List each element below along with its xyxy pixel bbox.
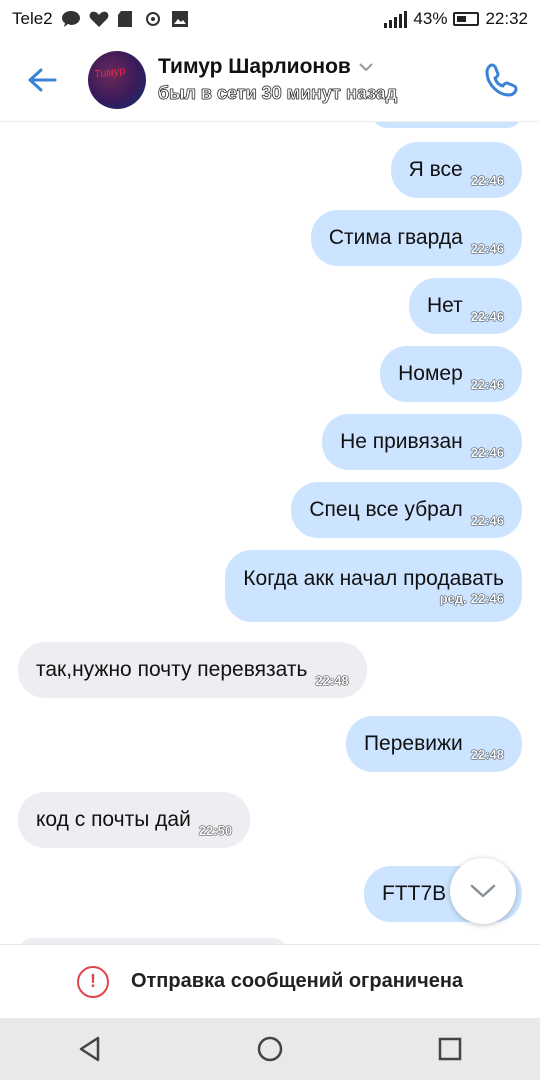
message-text: Стима гварда (328, 226, 463, 249)
message-time: 22:46 (470, 309, 504, 324)
chevron-down-icon (470, 884, 496, 898)
message-text: Когда акк начал продавать (243, 566, 504, 590)
message-text: Я все (408, 158, 463, 181)
message-time: 22:50 (198, 823, 233, 838)
nav-home-button[interactable] (240, 1019, 300, 1079)
message-bubble[interactable]: Нет 22:46 (408, 278, 522, 334)
message-time: 22:46 (470, 241, 504, 256)
message-text: FTT7B (382, 882, 447, 905)
message-text: Номер (398, 362, 463, 385)
message-bubble[interactable]: Стима гварда 22:46 (310, 210, 522, 266)
contact-name: Тимур Шарлионов (158, 55, 351, 78)
chat-list[interactable]: Я все 22:46 Стима гварда 22:46 Нет 22:46… (0, 122, 540, 944)
message-bubble[interactable]: Спец все убрал 22:46 (291, 482, 522, 538)
edited-label: ред. (439, 590, 467, 606)
message-text: Перевижи (363, 732, 463, 755)
message-time: 22:46 (470, 590, 504, 606)
back-button[interactable] (0, 38, 84, 122)
battery-icon (453, 12, 480, 26)
message-bubble[interactable]: Не привязан 22:46 (322, 414, 522, 470)
status-bar: Tele2 43% 22:32 (0, 0, 540, 38)
sync-icon (145, 12, 160, 26)
message-time: 22:48 (315, 673, 349, 688)
message-text: Нет (426, 294, 463, 317)
warning-icon: ! (76, 965, 109, 998)
image-icon (171, 11, 188, 27)
message-text: так,нужно почту перевязать (36, 658, 308, 681)
restricted-text: Отправка сообщений ограничена (130, 970, 464, 992)
battery-percent: 43% (413, 9, 448, 28)
carrier-label: Tele2 (12, 9, 53, 28)
arrow-left-icon (28, 68, 57, 91)
avatar[interactable]: Тимур (88, 50, 146, 109)
circle-home-icon (257, 1036, 283, 1062)
message-bubble[interactable]: Когда акк начал продавать ред. 22:46 (225, 550, 522, 622)
message-bubble[interactable]: Перевижи 22:48 (345, 716, 522, 772)
chat-bubble-icon (61, 11, 80, 27)
call-button[interactable] (482, 60, 522, 100)
message-time: 22:48 (470, 747, 504, 762)
last-seen-status: был в сети 30 минут назад (158, 83, 398, 104)
triangle-back-icon (79, 1036, 100, 1062)
signal-icon (384, 10, 408, 28)
message-bubble-partial[interactable] (372, 122, 522, 128)
message-bubble[interactable]: код с почты дай 22:50 (18, 792, 251, 848)
message-time: 22:46 (470, 513, 504, 528)
clock: 22:32 (485, 9, 528, 28)
title-block[interactable]: Тимур Шарлионов был в сети 30 минут наза… (158, 55, 398, 104)
message-bubble[interactable]: Я все 22:46 (390, 142, 522, 198)
nav-back-button[interactable] (60, 1019, 120, 1079)
square-recents-icon (438, 1037, 462, 1061)
message-bubble[interactable]: так,нужно почту перевязать 22:48 (18, 642, 367, 698)
nav-recents-button[interactable] (420, 1019, 480, 1079)
heart-icon (89, 11, 109, 27)
scroll-down-button[interactable] (450, 858, 516, 924)
message-text: код с почты дай (36, 808, 191, 831)
phone-icon (485, 63, 518, 97)
avatar-text: Тимур (93, 64, 127, 81)
message-time: 22:46 (470, 173, 504, 188)
message-text: Спец все убрал (309, 498, 463, 521)
chevron-down-icon (359, 62, 373, 71)
message-time: 22:46 (470, 377, 504, 392)
message-bubble[interactable]: Номер 22:46 (380, 346, 522, 402)
chat-header: Тимур Тимур Шарлионов был в сети 30 мину… (0, 38, 540, 122)
messaging-restricted-bar: ! Отправка сообщений ограничена (0, 944, 540, 1018)
message-time: 22:46 (470, 445, 504, 460)
sd-card-icon (117, 11, 132, 27)
system-nav-bar (0, 1018, 540, 1080)
message-text: Не привязан (340, 430, 463, 453)
